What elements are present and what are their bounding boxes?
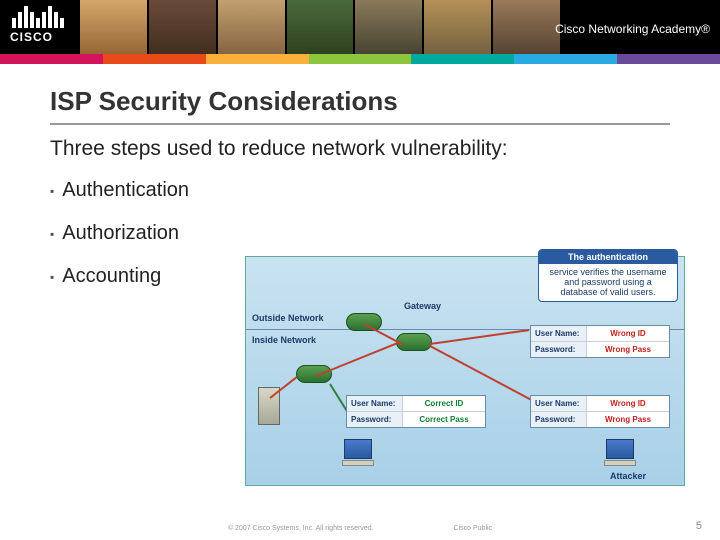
- header-banner: CISCO Cisco Networking Academy®: [0, 0, 720, 64]
- bullet-text: Accounting: [62, 265, 161, 288]
- bullet-icon: ▪: [50, 227, 54, 241]
- credentials-box: User Name:Wrong ID Password:Wrong Pass: [530, 395, 670, 428]
- brand-text: CISCO: [10, 30, 64, 44]
- outside-network-label: Outside Network: [252, 313, 324, 323]
- field-value: Wrong ID: [587, 326, 669, 341]
- credentials-box: User Name:Correct ID Password:Correct Pa…: [346, 395, 486, 428]
- field-label: Password:: [347, 412, 403, 427]
- list-item: ▪ Authentication: [50, 179, 670, 202]
- bullet-icon: ▪: [50, 270, 54, 284]
- cisco-logo-icon: [10, 6, 64, 28]
- field-label: User Name:: [347, 396, 403, 411]
- inside-network-label: Inside Network: [252, 335, 316, 345]
- list-item: ▪ Authorization: [50, 222, 670, 245]
- bullet-text: Authentication: [62, 179, 189, 202]
- pc-icon: [342, 439, 374, 467]
- field-value: Wrong Pass: [587, 342, 669, 357]
- field-label: User Name:: [531, 326, 587, 341]
- field-value: Correct Pass: [403, 412, 485, 427]
- slide-subtitle: Three steps used to reduce network vulne…: [50, 137, 670, 161]
- copyright-text: © 2007 Cisco Systems, Inc. All rights re…: [228, 525, 374, 532]
- callout-title: The authentication: [539, 250, 677, 264]
- page-number: 5: [696, 520, 702, 532]
- field-label: Password:: [531, 412, 587, 427]
- field-value: Wrong Pass: [587, 412, 669, 427]
- field-label: User Name:: [531, 396, 587, 411]
- field-value: Correct ID: [403, 396, 485, 411]
- field-label: Password:: [531, 342, 587, 357]
- field-value: Wrong ID: [587, 396, 669, 411]
- gateway-label: Gateway: [404, 301, 441, 311]
- link-line: [430, 329, 529, 345]
- attacker-pc-icon: [604, 439, 636, 467]
- credentials-box: User Name:Wrong ID Password:Wrong Pass: [530, 325, 670, 358]
- bullet-icon: ▪: [50, 184, 54, 198]
- accent-bar: [0, 54, 720, 64]
- callout-body: service verifies the username and passwo…: [545, 267, 671, 297]
- footer: © 2007 Cisco Systems, Inc. All rights re…: [0, 525, 720, 532]
- bullet-text: Authorization: [62, 222, 179, 245]
- program-name: Cisco Networking Academy®: [555, 22, 710, 36]
- slide-title: ISP Security Considerations: [50, 86, 670, 125]
- switch-icon: [296, 365, 332, 383]
- cisco-logo: CISCO: [10, 6, 64, 44]
- attacker-label: Attacker: [610, 471, 646, 481]
- auth-callout: The authentication service verifies the …: [538, 249, 678, 302]
- link-line: [316, 341, 400, 377]
- network-diagram: The authentication service verifies the …: [245, 256, 685, 486]
- classification-text: Cisco Public: [454, 525, 493, 532]
